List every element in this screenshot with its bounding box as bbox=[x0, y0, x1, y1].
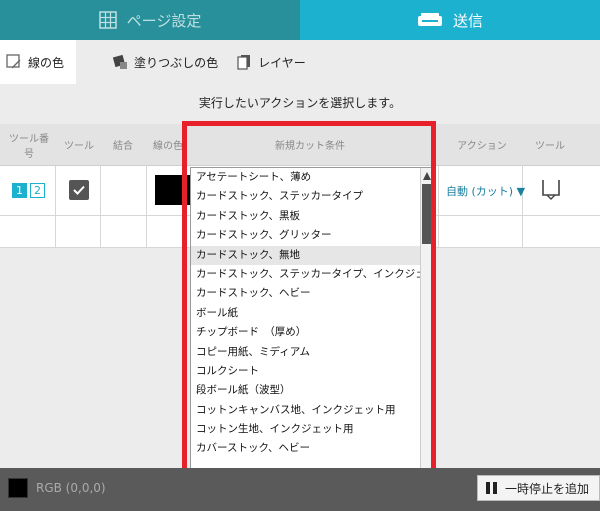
column-divider bbox=[522, 166, 523, 248]
cut-condition-list: アセテートシート、薄め カードストック、ステッカータイプ カードストック、黒板 カード… bbox=[191, 168, 432, 459]
rgb-label: RGB (0,0,0) bbox=[36, 481, 106, 495]
column-divider bbox=[438, 166, 439, 248]
line-color-swatch bbox=[155, 175, 191, 205]
tab-page-setup[interactable]: ページ設定 bbox=[0, 0, 300, 40]
blade-holder-icon[interactable] bbox=[540, 178, 562, 204]
tool-number-selector: 1 2 bbox=[12, 183, 45, 198]
tab-send[interactable]: 送信 bbox=[300, 0, 600, 40]
subtab-line-color-label: 線の色 bbox=[28, 55, 65, 70]
column-divider bbox=[55, 166, 56, 248]
tab-page-setup-label: ページ設定 bbox=[126, 11, 202, 30]
dropdown-option[interactable]: カードストック、ステッカータイプ、インクジェット用 bbox=[191, 265, 432, 284]
dropdown-option[interactable]: カードストック、無地 bbox=[191, 245, 421, 265]
fill-color-icon bbox=[112, 54, 128, 69]
dropdown-option[interactable]: カードストック、ステッカータイプ bbox=[191, 187, 421, 206]
dropdown-option[interactable]: カードストック、ヘビー bbox=[191, 284, 421, 303]
header-join: 結合 bbox=[113, 141, 133, 152]
dropdown-option[interactable]: カードストック、グリッター bbox=[191, 226, 421, 245]
cut-condition-dropdown[interactable]: アセテートシート、薄め カードストック、ステッカータイプ カードストック、黒板 カード… bbox=[190, 167, 433, 486]
header-action: アクション bbox=[457, 141, 507, 152]
header-tool-number: ツール番号 bbox=[9, 133, 49, 160]
panel-subtabs: 線の色 塗りつぶしの色 レイヤー bbox=[0, 40, 600, 84]
pause-icon bbox=[486, 482, 497, 494]
dropdown-option[interactable]: カードストック、黒板 bbox=[191, 207, 421, 226]
header-line-color: 線の色 bbox=[153, 141, 183, 152]
subtab-fill-color[interactable]: 塗りつぶしの色 bbox=[106, 40, 230, 84]
header-tool: ツール bbox=[64, 141, 94, 152]
dropdown-scrollbar[interactable] bbox=[420, 168, 432, 485]
subtab-line-color[interactable]: 線の色 bbox=[0, 40, 77, 84]
header-tool-right: ツール bbox=[535, 141, 565, 152]
dropdown-option[interactable]: チップボード （厚め） bbox=[191, 323, 421, 342]
dropdown-option[interactable]: ボール紙 bbox=[191, 304, 421, 323]
dropdown-option[interactable]: コットンキャンバス地、インクジェット用 bbox=[191, 401, 421, 420]
dropdown-option[interactable]: コットン生地、インクジェット用 bbox=[191, 420, 421, 439]
tool-checkbox[interactable] bbox=[69, 180, 89, 200]
add-pause-button[interactable]: 一時停止を追加 bbox=[477, 475, 600, 501]
rgb-indicator: RGB (0,0,0) bbox=[8, 478, 106, 498]
tool-number-1[interactable]: 1 bbox=[12, 183, 27, 198]
cutter-machine-icon bbox=[417, 13, 442, 26]
add-pause-label: 一時停止を追加 bbox=[505, 481, 590, 496]
current-color-swatch bbox=[8, 478, 28, 498]
tab-send-label: 送信 bbox=[452, 11, 483, 30]
subtab-layer-label: レイヤー bbox=[258, 55, 306, 70]
dropdown-option[interactable]: コピー用紙、ミディアム bbox=[191, 343, 421, 362]
tool-number-2[interactable]: 2 bbox=[30, 183, 45, 198]
grid-icon bbox=[98, 11, 117, 29]
table-header: ツール番号 ツール 結合 線の色 新規カット条件 アクション ツール bbox=[0, 124, 600, 166]
layer-icon bbox=[237, 55, 251, 70]
dropdown-option[interactable]: カバーストック、ヘビー bbox=[191, 439, 421, 458]
header-cut-condition: 新規カット条件 bbox=[275, 141, 345, 152]
subtab-fill-color-label: 塗りつぶしの色 bbox=[134, 55, 219, 70]
subtab-layer[interactable]: レイヤー bbox=[230, 40, 318, 84]
checkmark-icon bbox=[73, 185, 85, 195]
line-color-icon bbox=[6, 54, 21, 69]
top-tab-bar: ページ設定 送信 bbox=[0, 0, 600, 40]
scroll-thumb[interactable] bbox=[422, 184, 432, 244]
dropdown-option[interactable]: コルクシート bbox=[191, 362, 421, 381]
column-divider bbox=[100, 166, 101, 248]
instruction-text: 実行したいアクションを選択します。 bbox=[198, 96, 402, 110]
dropdown-option[interactable]: アセテートシート、薄め bbox=[191, 168, 421, 187]
scroll-up-arrow-icon[interactable] bbox=[422, 171, 432, 181]
column-divider bbox=[146, 166, 147, 248]
dropdown-option[interactable]: 段ボール紙（波型） bbox=[191, 381, 421, 400]
action-select[interactable]: 自動 (カット) ▼ bbox=[446, 183, 525, 199]
